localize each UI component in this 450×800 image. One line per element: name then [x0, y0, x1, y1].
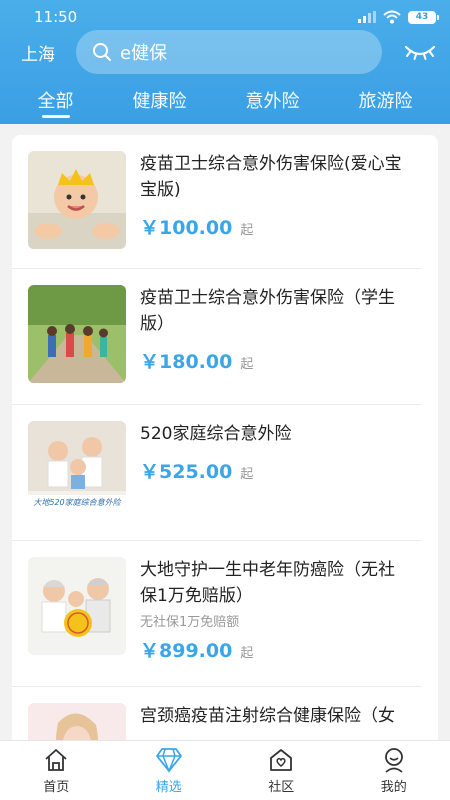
product-image-caption: 大地520家庭综合意外险 — [33, 498, 121, 507]
product-title: 疫苗卫士综合意外伤害保险(爱心宝宝版) — [140, 154, 402, 200]
product-price: ￥180.00 — [140, 351, 233, 373]
price-row: ￥180.00 起 — [140, 347, 406, 374]
product-info: 520家庭综合意外险 ￥525.00 起 — [140, 421, 406, 540]
status-icons: 43 — [358, 10, 439, 24]
product-list: 疫苗卫士综合意外伤害保险(爱心宝宝版) ￥100.00 起 疫苗卫士综合意外伤害… — [12, 135, 438, 755]
bottom-nav: 首页 精选 社区 我的 — [0, 740, 450, 800]
nav-profile[interactable]: 我的 — [338, 741, 450, 800]
eye-icon[interactable] — [404, 41, 436, 63]
product-subtitle: 无社保1万免赔额 — [140, 615, 240, 630]
nav-featured[interactable]: 精选 — [113, 741, 226, 800]
nav-home-label: 首页 — [43, 779, 70, 795]
signal-icon — [358, 11, 376, 23]
price-row: ￥525.00 起 — [140, 457, 406, 484]
product-title: 宫颈癌疫苗注射综合健康保险（女 — [140, 706, 395, 726]
search-bar[interactable]: e健保 — [76, 30, 382, 74]
product-image-students — [28, 285, 126, 383]
price-row: ￥899.00 起 — [140, 636, 406, 663]
header: 11:50 43 上海 e健保 全部 健康险 意外险 旅游险 — [0, 0, 450, 124]
tab-health[interactable]: 健康险 — [133, 84, 187, 124]
nav-community-label: 社区 — [268, 779, 295, 795]
city-selector[interactable]: 上海 — [0, 40, 76, 65]
product-item[interactable]: 疫苗卫士综合意外伤害保险（学生版） ￥180.00 起 — [12, 269, 422, 405]
product-info: 疫苗卫士综合意外伤害保险(爱心宝宝版) ￥100.00 起 — [140, 151, 406, 268]
price-suffix: 起 — [240, 357, 254, 372]
nav-community[interactable]: 社区 — [225, 741, 338, 800]
product-title: 疫苗卫士综合意外伤害保险（学生版） — [140, 288, 395, 334]
category-tabs: 全部 健康险 意外险 旅游险 — [0, 84, 450, 124]
product-title: 大地守护一生中老年防癌险（无社保1万免赔版） — [140, 560, 395, 606]
product-image-baby — [28, 151, 126, 249]
community-icon — [270, 748, 293, 771]
search-input[interactable]: e健保 — [120, 39, 167, 65]
status-time: 11:50 — [34, 8, 78, 26]
wifi-icon — [383, 10, 401, 24]
nav-profile-label: 我的 — [380, 779, 407, 795]
home-icon — [45, 748, 67, 771]
product-item[interactable]: 疫苗卫士综合意外伤害保险(爱心宝宝版) ￥100.00 起 — [12, 135, 422, 269]
product-title: 520家庭综合意外险 — [140, 424, 292, 444]
nav-home[interactable]: 首页 — [0, 741, 113, 800]
tab-all[interactable]: 全部 — [38, 84, 74, 124]
battery-icon: 43 — [408, 10, 439, 24]
diamond-icon — [155, 747, 182, 773]
top-bar: 上海 e健保 — [0, 30, 450, 74]
product-item[interactable]: 大地守护一生中老年防癌险（无社保1万免赔版） 无社保1万免赔额 ￥899.00 … — [12, 541, 422, 687]
product-image-family: 大地520家庭综合意外险 — [28, 421, 126, 519]
product-price: ￥899.00 — [140, 640, 233, 662]
price-suffix: 起 — [240, 646, 254, 661]
product-item[interactable]: 大地520家庭综合意外险 520家庭综合意外险 ￥525.00 起 — [12, 405, 422, 541]
profile-icon — [384, 747, 403, 773]
product-price: ￥100.00 — [140, 217, 233, 239]
product-info: 大地守护一生中老年防癌险（无社保1万免赔版） 无社保1万免赔额 ￥899.00 … — [140, 557, 406, 686]
search-icon — [93, 43, 111, 61]
product-image-elderly-family — [28, 557, 126, 655]
status-bar: 11:50 43 — [0, 0, 450, 34]
nav-featured-label: 精选 — [155, 779, 182, 795]
tab-accident[interactable]: 意外险 — [246, 84, 300, 124]
product-price: ￥525.00 — [140, 461, 233, 483]
product-info: 疫苗卫士综合意外伤害保险（学生版） ￥180.00 起 — [140, 285, 406, 404]
price-suffix: 起 — [240, 223, 254, 238]
tab-travel[interactable]: 旅游险 — [359, 84, 413, 124]
price-row: ￥100.00 起 — [140, 213, 406, 240]
price-suffix: 起 — [240, 467, 254, 482]
